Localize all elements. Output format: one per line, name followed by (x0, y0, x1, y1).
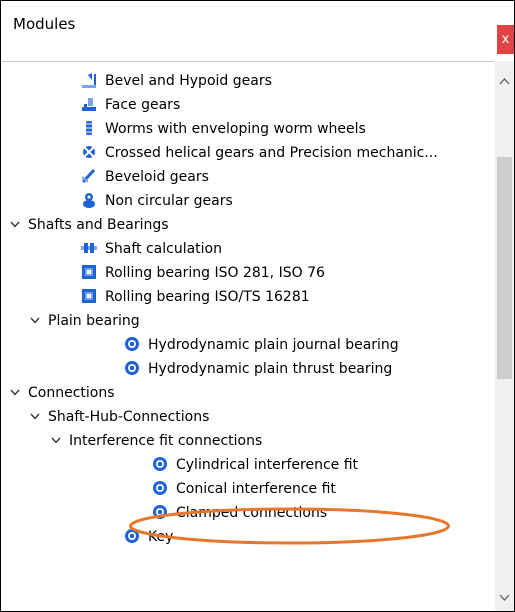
close-button[interactable]: x (497, 25, 514, 54)
tree-item[interactable]: Worms with enveloping worm wheels (2, 117, 494, 141)
tree-item-label: Face gears (105, 97, 181, 113)
tree-item-label: Hydrodynamic plain journal bearing (148, 337, 399, 353)
bevel-gear-icon (82, 73, 96, 88)
rolling-bearing-icon (82, 289, 96, 303)
vertical-scrollbar[interactable] (495, 61, 514, 611)
shaft-icon (81, 243, 97, 253)
crossed-helical-gear-icon (83, 146, 95, 158)
chevron-down-icon[interactable] (8, 217, 22, 231)
tree-item-label: Rolling bearing ISO 281, ISO 76 (105, 265, 325, 281)
chevron-down-icon[interactable] (28, 313, 42, 327)
tree-item[interactable]: Shafts and Bearings (2, 213, 494, 237)
tree-item-label: Hydrodynamic plain thrust bearing (148, 361, 393, 377)
plain-bearing-icon (125, 337, 139, 351)
tree-item-label: Plain bearing (48, 313, 140, 329)
chevron-down-icon[interactable] (49, 433, 63, 447)
highlight-ring (129, 507, 450, 545)
scroll-up-icon[interactable] (498, 75, 511, 88)
interference-fit-icon (153, 457, 167, 471)
tree-item[interactable]: Shaft calculation (2, 237, 494, 261)
non-circular-gear-icon (83, 193, 95, 208)
rolling-bearing-icon (82, 265, 96, 279)
tree-item[interactable]: Interference fit connections (2, 429, 494, 453)
tree-item-label: Bevel and Hypoid gears (105, 73, 272, 89)
tree-item-label: Connections (28, 385, 115, 401)
tree-item[interactable]: Hydrodynamic plain journal bearing (2, 333, 494, 357)
beveloid-gear-icon (81, 168, 96, 184)
tree-item-label: Crossed helical gears and Precision mech… (105, 145, 438, 161)
tree-item[interactable]: Crossed helical gears and Precision mech… (2, 141, 494, 165)
window-title: Modules (13, 15, 76, 33)
tree-item-label: Cylindrical interference fit (176, 457, 359, 473)
chevron-down-icon[interactable] (8, 385, 22, 399)
chevron-down-icon[interactable] (28, 409, 42, 423)
tree-item-label: Shaft calculation (105, 241, 222, 257)
tree-item[interactable]: Hydrodynamic plain thrust bearing (2, 357, 494, 381)
tree-item[interactable]: Plain bearing (2, 309, 494, 333)
title-bar: Modules x (1, 1, 514, 54)
modules-window: Modules x Bevel and Hypoid gears Face gea… (0, 0, 515, 612)
tree-item-label: Shafts and Bearings (28, 217, 169, 233)
scroll-down-icon[interactable] (498, 591, 511, 604)
tree-item-label: Shaft-Hub-Connections (48, 409, 210, 425)
tree-item-label: Beveloid gears (105, 169, 209, 185)
tree-item[interactable]: Rolling bearing ISO 281, ISO 76 (2, 261, 494, 285)
tree-item[interactable]: Bevel and Hypoid gears (2, 69, 494, 93)
tree-item[interactable]: Rolling bearing ISO/TS 16281 (2, 285, 494, 309)
worm-gear-icon (86, 121, 92, 135)
tree-item[interactable]: Cylindrical interference fit (2, 453, 494, 477)
face-gear-icon (82, 98, 96, 111)
tree-item[interactable]: Non circular gears (2, 189, 494, 213)
scrollbar-thumb[interactable] (497, 157, 512, 379)
plain-bearing-icon (125, 361, 139, 375)
tree-item-label: Interference fit connections (69, 433, 263, 449)
tree-item-label: Conical interference fit (176, 481, 336, 497)
interference-fit-icon (153, 481, 167, 495)
tree-item[interactable]: Beveloid gears (2, 165, 494, 189)
tree-item[interactable]: Face gears (2, 93, 494, 117)
tree-item[interactable]: Connections (2, 381, 494, 405)
tree-item[interactable]: Conical interference fit (2, 477, 494, 501)
tree-item-label: Worms with enveloping worm wheels (105, 121, 366, 137)
tree-item-label: Non circular gears (105, 193, 233, 209)
tree-item-label: Rolling bearing ISO/TS 16281 (105, 289, 310, 305)
tree-item[interactable]: Shaft-Hub-Connections (2, 405, 494, 429)
